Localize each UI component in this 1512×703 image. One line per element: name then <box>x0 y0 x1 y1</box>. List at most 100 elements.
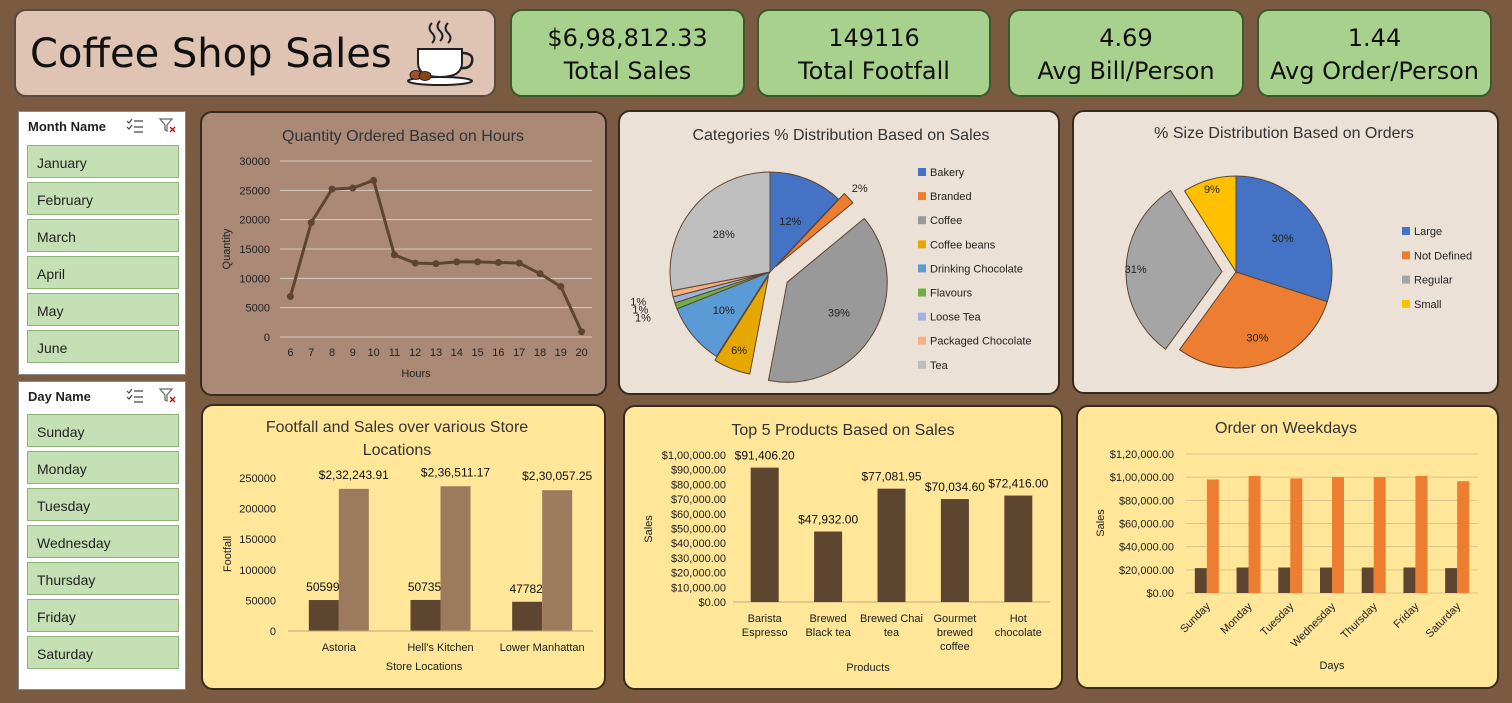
slice-label: 30% <box>1246 333 1268 345</box>
bar <box>1236 567 1249 593</box>
kpi-value: 4.69 <box>1099 24 1153 52</box>
slicer-item-wednesday[interactable]: Wednesday <box>27 525 179 558</box>
y-tick-label: 10000 <box>239 273 270 285</box>
slicer-item-thursday[interactable]: Thursday <box>27 562 179 595</box>
slicer-item-january[interactable]: January <box>27 145 179 178</box>
bar <box>940 499 969 602</box>
slicer-item-may[interactable]: May <box>27 293 179 326</box>
x-tick-label: Gourmet <box>934 613 977 625</box>
legend-swatch <box>1402 275 1410 284</box>
data-label: 47782 <box>509 582 543 596</box>
x-axis-label: Store Locations <box>386 661 463 673</box>
slice-label: 12% <box>779 216 801 228</box>
multi-select-icon[interactable] <box>126 388 144 404</box>
bar <box>1004 495 1033 602</box>
x-tick-label: 19 <box>555 347 567 359</box>
y-axis-label: Sales <box>1095 509 1107 537</box>
x-tick-label: Wednesday <box>1289 600 1339 650</box>
chart-title: Top 5 Products Based on Sales <box>731 422 954 439</box>
month-slicer: Month Name January February March April … <box>18 111 186 375</box>
data-label: $2,32,243.91 <box>319 468 389 482</box>
y-tick-label: 200000 <box>239 504 276 516</box>
x-tick-label: Espresso <box>742 627 788 639</box>
y-tick-label: $1,00,000.00 <box>1110 472 1174 484</box>
legend-label: Tea <box>930 360 949 372</box>
dashboard-title: Coffee Shop Sales <box>30 31 392 77</box>
bar <box>814 531 843 602</box>
y-tick-label: $80,000.00 <box>1119 495 1174 507</box>
slicer-item-april[interactable]: April <box>27 256 179 289</box>
kpi-value: 1.44 <box>1347 24 1402 52</box>
y-tick-label: $40,000.00 <box>1119 542 1174 554</box>
bar <box>1290 478 1303 593</box>
clear-filter-icon[interactable] <box>159 388 177 404</box>
multi-select-icon[interactable] <box>126 118 144 134</box>
x-tick-label: 8 <box>329 347 335 359</box>
x-tick-label: Thursday <box>1339 600 1380 641</box>
y-tick-label: 150000 <box>239 534 276 546</box>
y-tick-label: $1,00,000.00 <box>662 450 726 462</box>
data-point <box>474 258 482 266</box>
chart-title: Quantity Ordered Based on Hours <box>282 128 524 145</box>
y-tick-label: 0 <box>264 332 270 344</box>
data-point <box>328 185 336 193</box>
chart-store-locations: Footfall and Sales over various Store Loc… <box>201 404 606 690</box>
x-tick-label: chocolate <box>995 627 1042 639</box>
y-tick-label: $90,000.00 <box>671 465 726 477</box>
slice-label: 31% <box>1125 264 1147 276</box>
legend-label: Packaged Chocolate <box>930 336 1032 348</box>
slicer-item-sunday[interactable]: Sunday <box>27 414 179 447</box>
data-label: $77,081.95 <box>861 470 921 484</box>
slice-label: 2% <box>852 183 868 195</box>
y-tick-label: 50000 <box>245 595 276 607</box>
x-tick-label: 11 <box>389 347 400 359</box>
bar <box>308 600 339 631</box>
legend-swatch <box>1402 227 1410 235</box>
slicer-item-february[interactable]: February <box>27 182 179 215</box>
legend-label: Large <box>1414 226 1442 238</box>
data-point <box>494 258 502 266</box>
data-point <box>515 259 523 267</box>
legend-swatch <box>918 312 926 321</box>
slicer-item-monday[interactable]: Monday <box>27 451 179 484</box>
y-tick-label: 25000 <box>239 185 270 197</box>
slicer-item-june[interactable]: June <box>27 330 179 363</box>
chart-svg: Order on Weekdays $0.00 $20,000.00 $40,000.… <box>1095 420 1478 672</box>
y-tick-label: $0.00 <box>1146 588 1174 600</box>
slicer-item-saturday[interactable]: Saturday <box>27 636 179 669</box>
clear-filter-icon[interactable] <box>159 118 177 134</box>
y-tick-label: 20000 <box>239 215 270 227</box>
chart-svg: Footfall and Sales over various Store Loc… <box>222 419 593 673</box>
coffee-cup-icon <box>407 20 474 86</box>
x-tick-label: 10 <box>367 347 379 359</box>
chart-categories-pie: Categories % Distribution Based on Sales… <box>618 110 1060 395</box>
chart-title: Order on Weekdays <box>1215 420 1357 437</box>
kpi-value: 149116 <box>828 24 920 52</box>
y-tick-label: $0.00 <box>698 597 726 609</box>
legend-swatch <box>1402 251 1410 260</box>
x-tick-label: Tuesday <box>1258 600 1296 638</box>
chart-svg: Quantity Ordered Based on Hours 0 5000 1000… <box>221 128 592 380</box>
day-slicer: Day Name Sunday Monday Tuesday Wednesday… <box>18 381 186 690</box>
y-tick-label: $50,000.00 <box>671 524 726 536</box>
legend-label: Regular <box>1414 275 1453 287</box>
slicer-item-march[interactable]: March <box>27 219 179 252</box>
slicer-item-friday[interactable]: Friday <box>27 599 179 632</box>
bar <box>1403 567 1416 593</box>
legend-swatch <box>918 168 926 176</box>
slicer-item-tuesday[interactable]: Tuesday <box>27 488 179 521</box>
kpi-total-sales: $6,98,812.33 Total Sales <box>510 9 745 97</box>
x-tick-label: Sunday <box>1178 600 1213 635</box>
chart-title: Categories % Distribution Based on Sales <box>692 127 989 144</box>
data-point <box>307 219 315 227</box>
legend-swatch <box>918 192 926 201</box>
slicer-header: Day Name <box>28 389 91 404</box>
y-tick-label: $40,000.00 <box>671 538 726 550</box>
x-tick-label: Astoria <box>322 642 357 654</box>
kpi-label: Total Footfall <box>798 57 950 85</box>
legend-swatch <box>918 216 926 225</box>
y-tick-label: $30,000.00 <box>671 553 726 565</box>
y-tick-label: 0 <box>270 626 276 638</box>
x-axis-label: Hours <box>401 368 431 380</box>
data-point <box>536 270 544 278</box>
